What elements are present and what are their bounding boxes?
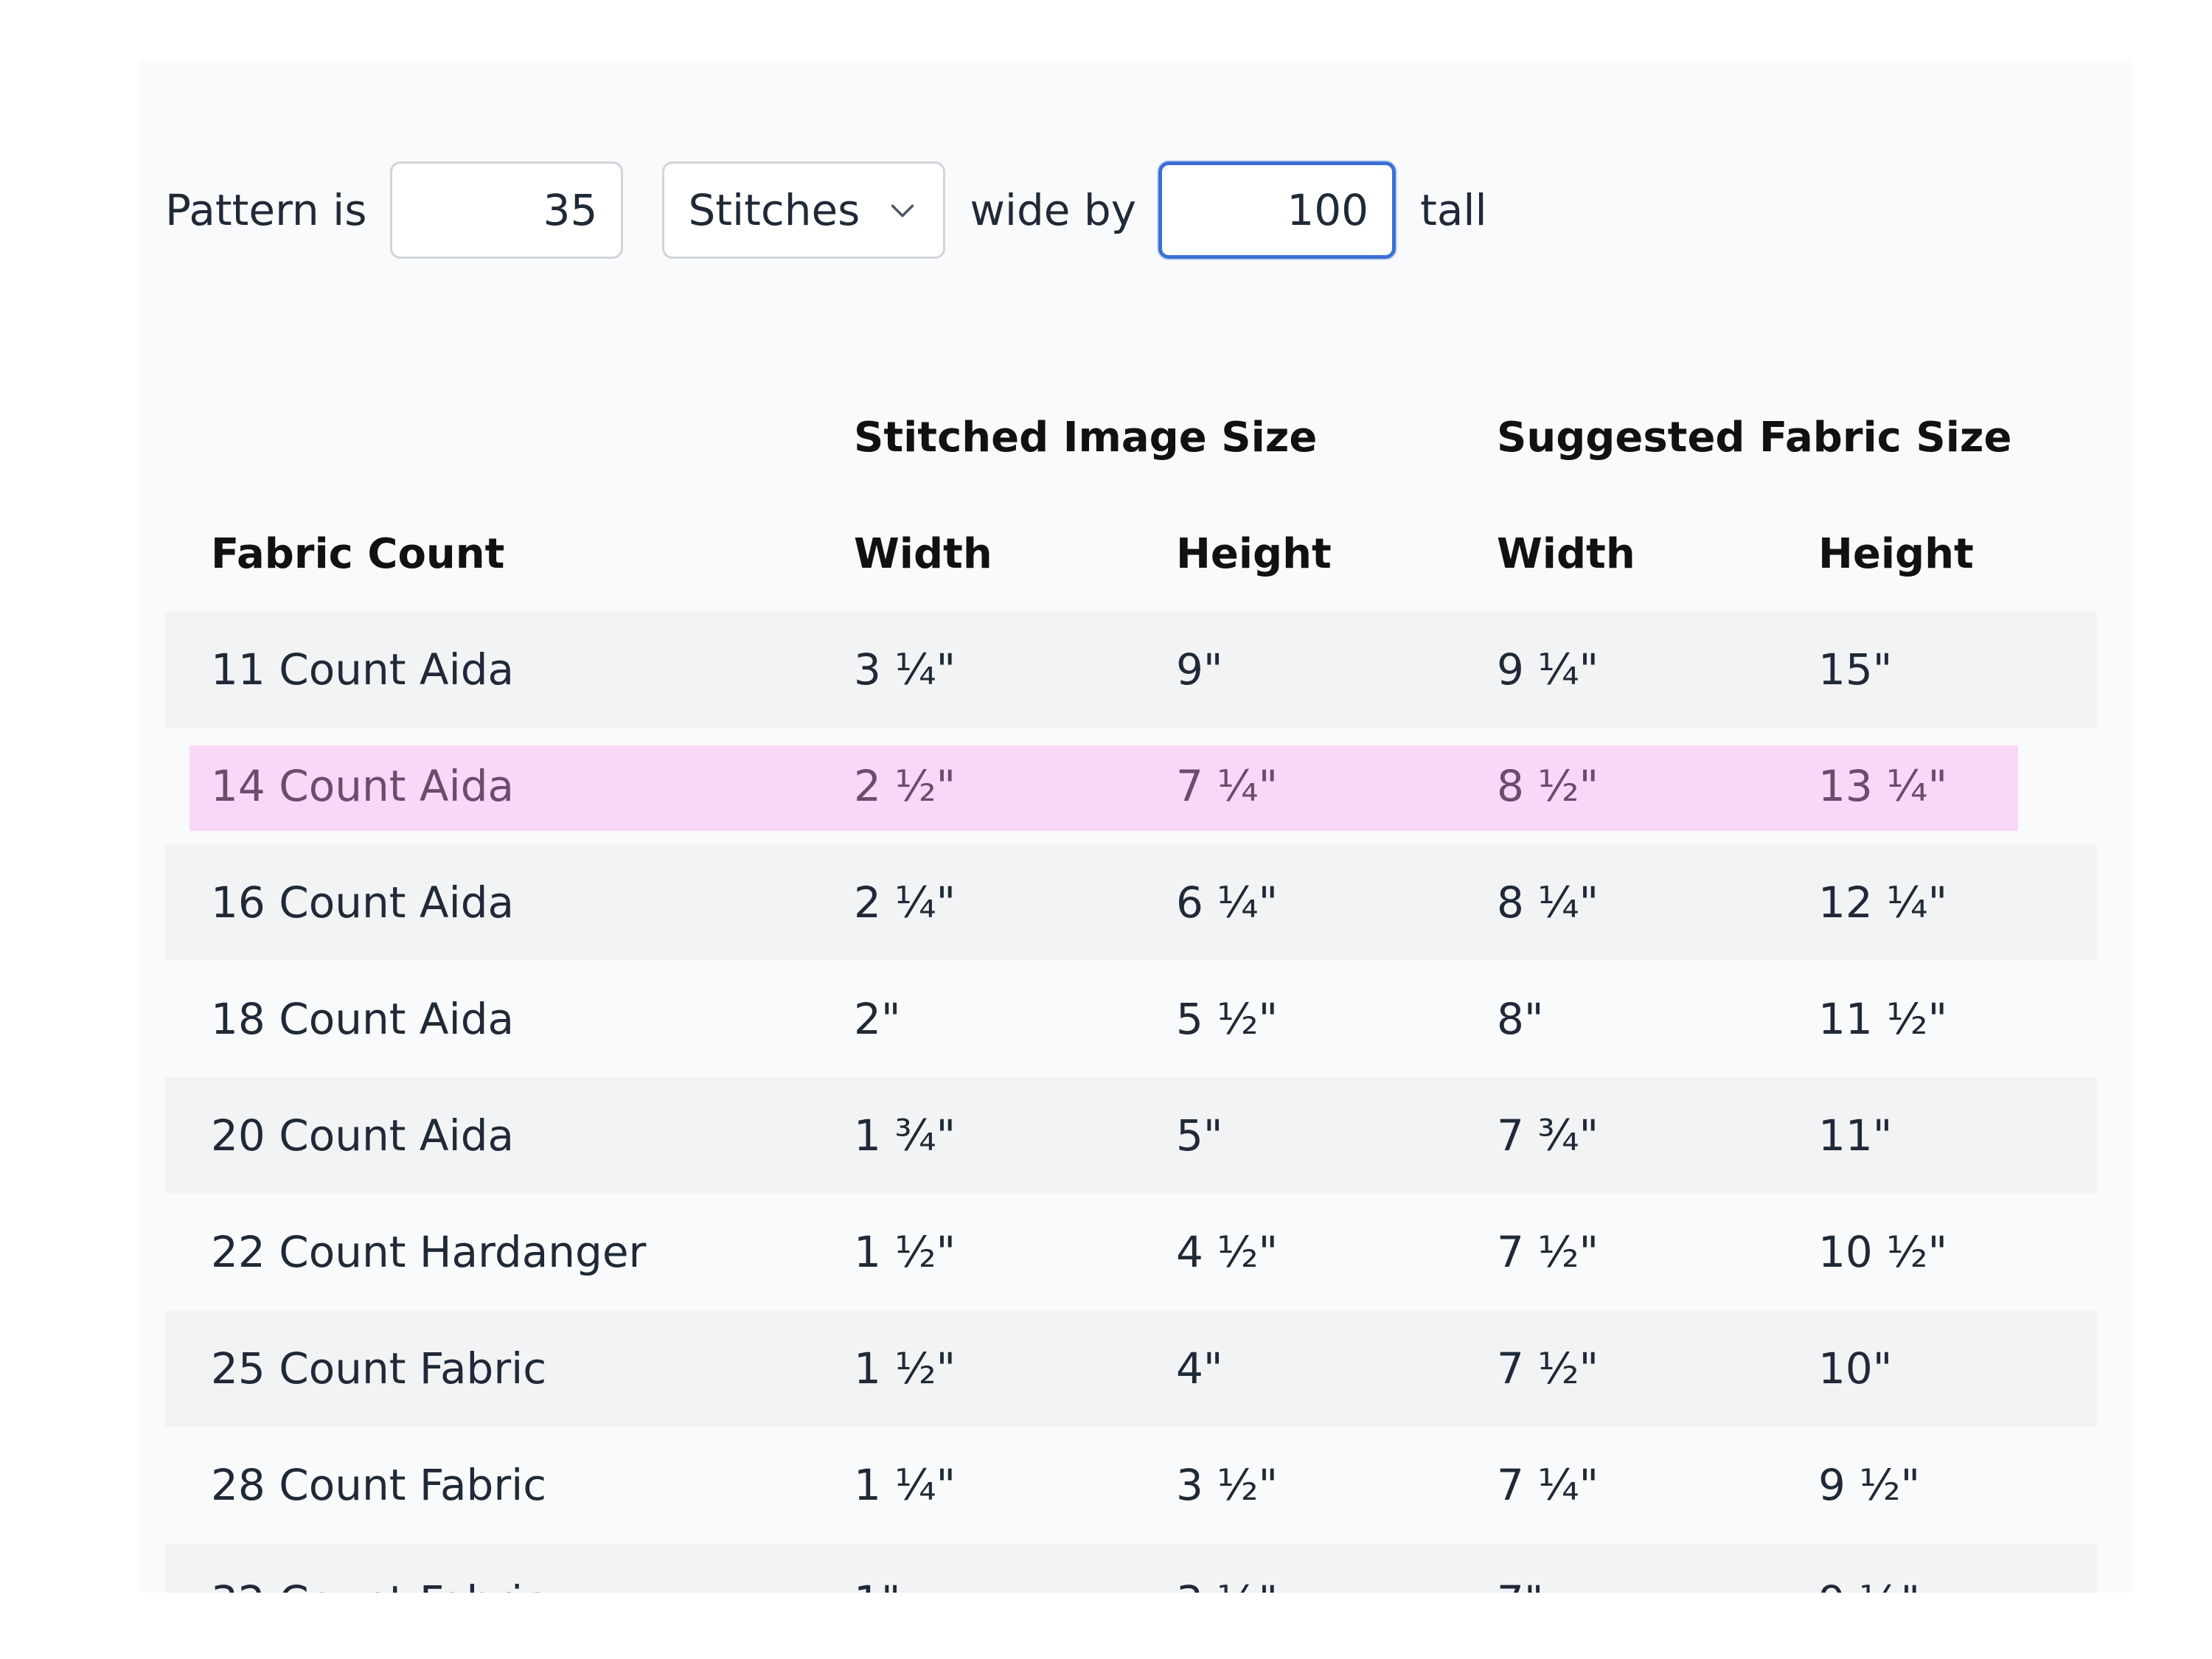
table-row[interactable]: 28 Count Fabric 1 ¼" 3 ½" 7 ¼" 9 ½" — [165, 1427, 2097, 1543]
pattern-width-input[interactable] — [390, 161, 624, 259]
cell-stitched-width: 3 ¼" — [854, 644, 956, 695]
column-header-fabric-height: Height — [1818, 529, 1974, 578]
cell-stitched-width: 1 ½" — [854, 1227, 956, 1277]
cell-fabric-height: 13 ¼" — [1818, 761, 1948, 811]
cell-fabric-width: 7" — [1497, 1576, 1544, 1593]
cell-stitched-width: 1 ¾" — [854, 1110, 956, 1161]
cell-stitched-height: 4" — [1176, 1343, 1223, 1394]
wide-by-label: wide by — [970, 185, 1137, 235]
table-column-header-row: Fabric Count Width Height Width Height — [165, 496, 2097, 611]
cell-stitched-height: 4 ½" — [1176, 1227, 1279, 1277]
pattern-size-controls: Pattern is Stitches wide by tall — [165, 160, 1487, 260]
cell-fabric-width: 7 ½" — [1497, 1227, 1599, 1277]
cell-stitched-width: 1" — [854, 1576, 901, 1593]
unit-select-value: Stitches — [688, 185, 860, 235]
stitched-image-size-header: Stitched Image Size — [854, 413, 1318, 462]
cell-fabric-width: 8 ¼" — [1497, 877, 1599, 928]
column-header-fabric-count: Fabric Count — [211, 529, 505, 578]
cell-fabric-width: 7 ½" — [1497, 1343, 1599, 1394]
cell-stitched-width: 1 ½" — [854, 1343, 956, 1394]
table-row[interactable]: 22 Count Hardanger 1 ½" 4 ½" 7 ½" 10 ½" — [165, 1194, 2097, 1310]
cell-stitched-height: 3 ¼" — [1176, 1576, 1278, 1593]
cell-fabric-width: 9 ¼" — [1497, 644, 1599, 695]
cell-stitched-width: 1 ¼" — [854, 1460, 956, 1510]
column-header-stitched-height: Height — [1176, 529, 1332, 578]
cell-fabric-count: 28 Count Fabric — [211, 1460, 547, 1510]
cell-stitched-height: 9" — [1176, 644, 1223, 695]
pattern-is-label: Pattern is — [165, 185, 367, 235]
cell-fabric-count: 32 Count Fabric — [211, 1576, 546, 1593]
cell-stitched-height: 6 ¼" — [1176, 877, 1279, 928]
table-row[interactable]: 18 Count Aida 2" 5 ½" 8" 11 ½" — [165, 961, 2097, 1077]
cell-fabric-height: 15" — [1818, 644, 1893, 695]
cell-fabric-width: 8" — [1497, 994, 1544, 1044]
cell-fabric-height: 9 ¼" — [1818, 1576, 1920, 1593]
cell-fabric-count: 22 Count Hardanger — [211, 1227, 647, 1277]
cell-stitched-height: 7 ¼" — [1176, 761, 1279, 811]
cell-fabric-height: 10" — [1818, 1343, 1893, 1394]
cell-stitched-height: 5 ½" — [1176, 994, 1279, 1044]
cell-fabric-height: 12 ¼" — [1818, 877, 1948, 928]
cell-stitched-width: 2 ¼" — [854, 877, 956, 928]
cell-fabric-count: 16 Count Aida — [211, 877, 515, 928]
column-header-fabric-width: Width — [1497, 529, 1635, 578]
table-row[interactable]: 20 Count Aida 1 ¾" 5" 7 ¾" 11" — [165, 1077, 2097, 1194]
cell-fabric-height: 10 ½" — [1818, 1227, 1948, 1277]
fabric-size-table: Stitched Image Size Suggested Fabric Siz… — [165, 378, 2097, 1593]
cell-fabric-count: 11 Count Aida — [211, 644, 515, 695]
cell-fabric-count: 20 Count Aida — [211, 1110, 515, 1161]
cell-fabric-height: 11 ½" — [1818, 994, 1948, 1044]
fabric-calculator-panel: Pattern is Stitches wide by tall Stitche… — [139, 61, 2132, 1593]
cell-fabric-count: 18 Count Aida — [211, 994, 515, 1044]
column-header-stitched-width: Width — [854, 529, 992, 578]
suggested-fabric-size-header: Suggested Fabric Size — [1497, 413, 2012, 462]
cell-stitched-width: 2" — [854, 994, 901, 1044]
table-group-header-row: Stitched Image Size Suggested Fabric Siz… — [165, 378, 2097, 496]
unit-select[interactable]: Stitches — [662, 161, 946, 259]
cell-fabric-height: 11" — [1818, 1110, 1893, 1161]
cell-fabric-width: 7 ¼" — [1497, 1460, 1599, 1510]
cell-fabric-height: 9 ½" — [1818, 1460, 1921, 1510]
table-row[interactable]: 11 Count Aida 3 ¼" 9" 9 ¼" 15" — [165, 611, 2097, 728]
cell-fabric-width: 8 ½" — [1497, 761, 1599, 811]
cell-stitched-width: 2 ½" — [854, 761, 956, 811]
table-body: 11 Count Aida 3 ¼" 9" 9 ¼" 15" 14 Count Aida 2… — [165, 611, 2097, 1593]
cell-stitched-height: 3 ½" — [1176, 1460, 1279, 1510]
chevron-down-icon — [891, 204, 914, 218]
cell-fabric-count: 14 Count Aida — [211, 761, 515, 811]
cell-stitched-height: 5" — [1176, 1110, 1223, 1161]
cell-fabric-width: 7 ¾" — [1497, 1110, 1599, 1161]
table-row[interactable]: 16 Count Aida 2 ¼" 6 ¼" 8 ¼" 12 ¼" — [165, 844, 2097, 961]
cell-fabric-count: 25 Count Fabric — [211, 1343, 547, 1394]
pattern-height-input[interactable] — [1158, 161, 1397, 259]
table-row[interactable]: 32 Count Fabric 1" 3 ¼" 7" 9 ¼" — [165, 1543, 2097, 1593]
tall-label: tall — [1420, 185, 1487, 235]
table-row-highlighted[interactable]: 14 Count Aida 2 ½" 7 ¼" 8 ½" 13 ¼" — [165, 728, 2097, 844]
table-row[interactable]: 25 Count Fabric 1 ½" 4" 7 ½" 10" — [165, 1310, 2097, 1427]
